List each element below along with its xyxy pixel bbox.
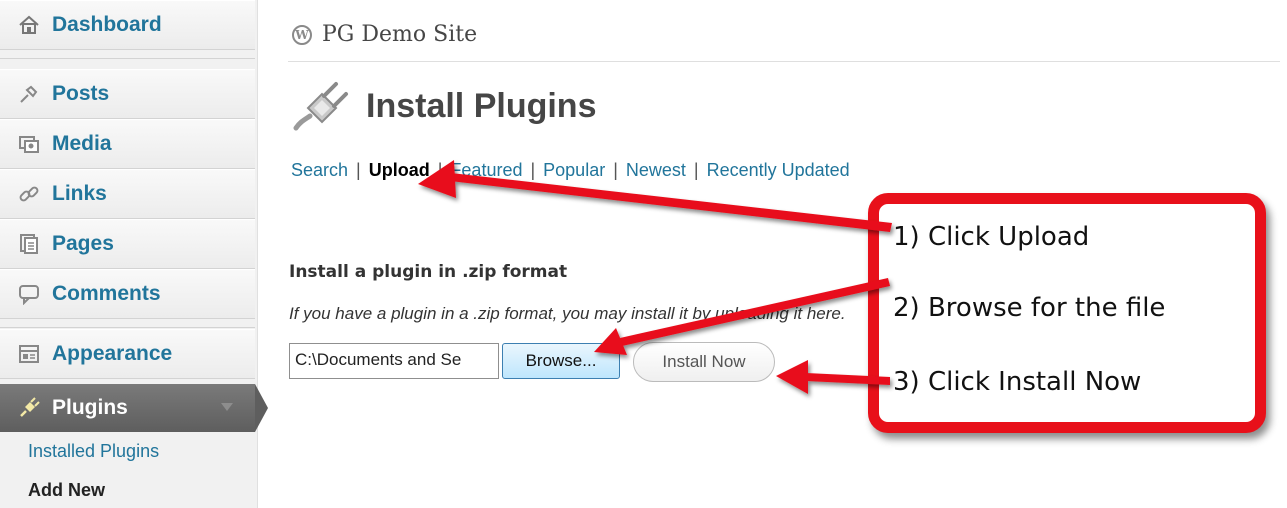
submenu-installed-plugins[interactable]: Installed Plugins [28,441,159,462]
links-icon [16,181,42,207]
tab-newest[interactable]: Newest [626,160,686,181]
upload-description: If you have a plugin in a .zip format, y… [289,304,846,323]
plugins-icon [16,395,42,421]
file-path-input[interactable]: C:\Documents and Se [289,343,499,379]
menu-separator [0,320,255,328]
tab-separator: | [437,160,443,180]
menu-media[interactable]: Media [0,119,255,169]
submenu-add-new[interactable]: Add New [28,480,105,501]
menu-separator [0,51,255,59]
tab-search[interactable]: Search [291,160,348,181]
comments-icon [16,281,42,307]
upload-heading: Install a plugin in .zip format [289,262,568,282]
site-name[interactable]: PG Demo Site [322,22,477,47]
page-title-area: Install Plugins [290,78,596,134]
callout-step-1: 1) Click Upload [893,222,1090,252]
pages-icon [16,231,42,257]
posts-pin-icon [16,81,42,107]
callout-step-3: 3) Click Install Now [893,367,1142,397]
menu-comments-label: Comments [52,282,161,305]
tab-recently-updated[interactable]: Recently Updated [707,160,850,181]
menu-media-label: Media [52,132,112,155]
menu-dashboard-label: Dashboard [52,13,162,36]
tab-featured[interactable]: Featured [450,160,522,181]
tab-separator: | [613,160,618,180]
menu-plugins[interactable]: Plugins [0,384,255,432]
plugin-install-tabs: Search | Upload | Featured | Popular | N… [291,160,850,181]
admin-sidebar: Dashboard Posts Media Links Pages Commen… [0,0,268,508]
install-now-button[interactable]: Install Now [633,342,775,382]
tab-separator: | [530,160,536,180]
browse-button[interactable]: Browse... [502,343,620,379]
site-header: W PG Demo Site [292,22,477,47]
page-title: Install Plugins [366,86,597,125]
menu-pages-label: Pages [52,232,114,255]
menu-dashboard[interactable]: Dashboard [0,0,255,50]
header-divider [288,61,1280,62]
menu-posts-label: Posts [52,82,110,105]
chevron-down-icon[interactable] [221,403,233,411]
active-menu-pointer [255,384,268,432]
menu-links[interactable]: Links [0,169,255,219]
tab-popular[interactable]: Popular [543,160,605,181]
dashboard-icon [16,12,42,38]
menu-appearance[interactable]: Appearance [0,329,255,379]
tab-separator: | [356,160,361,180]
callout-step-2: 2) Browse for the file [893,293,1166,323]
tab-upload[interactable]: Upload [369,160,430,181]
menu-comments[interactable]: Comments [0,269,255,319]
wordpress-logo-icon: W [292,24,312,45]
menu-links-label: Links [52,182,107,205]
menu-pages[interactable]: Pages [0,219,255,269]
tab-separator: | [693,160,699,180]
plugin-plug-icon [293,82,348,131]
menu-plugins-label: Plugins [52,396,128,419]
menu-posts[interactable]: Posts [0,69,255,119]
menu-appearance-label: Appearance [52,342,173,365]
media-icon [16,131,42,157]
appearance-icon [16,341,42,367]
